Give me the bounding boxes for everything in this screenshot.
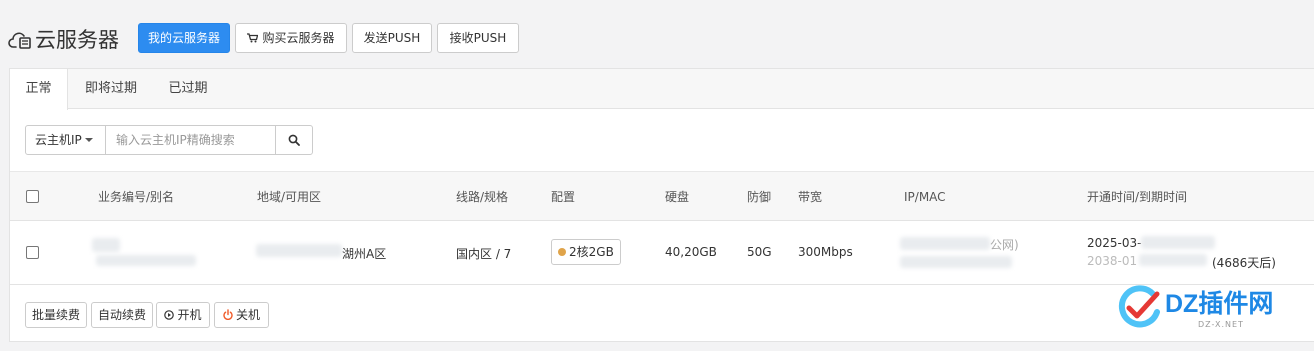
power-off-label: 关机 <box>235 308 260 322</box>
defense: 50G <box>747 245 772 259</box>
page-header: 云服务器 我的云服务器 购买云服务器 发送PUSH 接收PUSH <box>0 0 1314 66</box>
col-bandwidth: 带宽 <box>798 190 823 204</box>
col-ip-mac: IP/MAC <box>904 190 946 204</box>
col-config: 配置 <box>551 190 576 204</box>
tab-expired[interactable]: 已过期 <box>158 69 218 109</box>
redacted-region <box>256 244 342 257</box>
config-value: 2核2GB <box>569 245 614 259</box>
batch-renew-button[interactable]: 批量续费 <box>25 302 87 328</box>
col-defense: 防御 <box>747 190 772 204</box>
cart-icon <box>247 33 259 43</box>
power-icon <box>223 309 233 321</box>
redacted-alias <box>96 255 196 266</box>
disk-size: 40,20GB <box>665 245 717 259</box>
play-icon <box>164 310 175 320</box>
receive-push-button[interactable]: 接收PUSH <box>437 23 519 53</box>
config-badge[interactable]: 2核2GB <box>551 239 621 265</box>
dz-logo-icon <box>1118 285 1160 328</box>
power-on-label: 开机 <box>177 308 202 322</box>
tab-normal[interactable]: 正常 <box>10 69 68 110</box>
col-region: 地域/可用区 <box>257 190 322 204</box>
config-icon <box>558 248 566 256</box>
buy-servers-button[interactable]: 购买云服务器 <box>235 23 347 53</box>
search-field-label: 云主机IP <box>35 133 82 147</box>
table-header: 业务编号/别名 地域/可用区 线路/规格 配置 硬盘 防御 带宽 IP/MAC … <box>10 171 1314 221</box>
redacted-mac <box>900 256 1012 268</box>
col-disk: 硬盘 <box>665 190 690 204</box>
redacted-open-time <box>1141 236 1215 249</box>
ip-type-label: 公网) <box>990 238 1019 252</box>
cloud-server-icon <box>8 32 31 49</box>
send-push-button[interactable]: 发送PUSH <box>352 23 432 53</box>
col-line-spec: 线路/规格 <box>456 190 509 204</box>
search-field-select[interactable]: 云主机IP <box>26 126 106 154</box>
col-time: 开通时间/到期时间 <box>1087 190 1188 204</box>
dz-watermark-logo: DZ插件网 DZ-X.NET <box>1113 278 1308 338</box>
watermark-subtext: DZ-X.NET <box>1198 320 1244 329</box>
search-icon <box>288 134 300 146</box>
col-business-id: 业务编号/别名 <box>98 190 175 204</box>
buy-servers-label: 购买云服务器 <box>262 31 335 45</box>
power-on-button[interactable]: 开机 <box>156 302 210 328</box>
my-servers-button[interactable]: 我的云服务器 <box>138 23 230 53</box>
page-title: 云服务器 <box>35 28 119 52</box>
watermark-text: DZ插件网 <box>1165 290 1274 318</box>
select-all-checkbox[interactable] <box>26 190 39 203</box>
redacted-expire-time <box>1139 254 1207 266</box>
search-input[interactable] <box>106 126 276 154</box>
power-off-button[interactable]: 关机 <box>214 302 269 328</box>
table-row[interactable]: 湖州A区 国内区 / 7 2核2GB 40,20GB 50G 300Mbps 公… <box>10 221 1314 285</box>
expire-time: 2038-01 <box>1087 254 1138 268</box>
caret-down-icon <box>84 138 93 142</box>
search-button[interactable] <box>276 126 312 154</box>
auto-renew-button[interactable]: 自动续费 <box>91 302 153 328</box>
line-spec: 国内区 / 7 <box>456 247 512 261</box>
bandwidth: 300Mbps <box>798 245 853 259</box>
tab-expiring[interactable]: 即将过期 <box>76 69 146 109</box>
redacted-business-id <box>92 238 120 252</box>
days-remaining: (4686天后) <box>1212 256 1276 270</box>
status-tabs: 正常 即将过期 已过期 <box>10 69 1314 110</box>
region-zone: 湖州A区 <box>342 247 387 261</box>
search-bar: 云主机IP <box>25 125 313 155</box>
row-checkbox[interactable] <box>26 246 39 259</box>
redacted-ip <box>900 237 990 250</box>
open-time: 2025-03- <box>1087 236 1142 250</box>
